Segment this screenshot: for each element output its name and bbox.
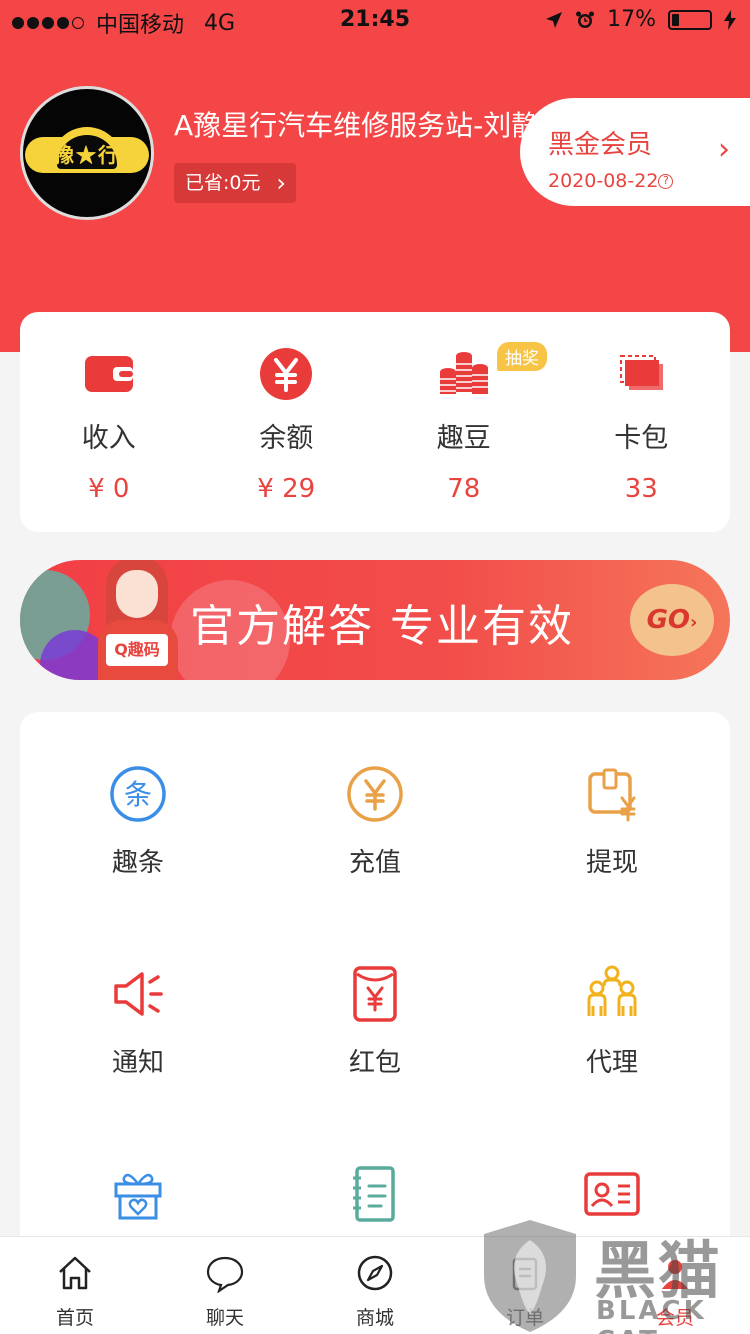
saved-amount-label: 已省:0元: [185, 172, 261, 194]
yuan-coin-icon: [260, 348, 313, 400]
grid-label: 代理: [585, 1048, 638, 1078]
coin-stack-icon: [439, 352, 488, 394]
chevron-right-icon: ›: [718, 132, 730, 167]
vip-title: 黑金会员: [548, 130, 653, 160]
grid-label: 提现: [585, 848, 638, 878]
tab-label: 订单: [505, 1307, 544, 1329]
red-packet-icon: [353, 966, 397, 1022]
saved-amount-button[interactable]: 已省:0元 ›: [174, 163, 296, 203]
tab-mall[interactable]: 商城: [300, 1237, 450, 1334]
avatar-logo-text: 豫★行: [54, 143, 120, 167]
notice-icon: [114, 972, 163, 1016]
tab-orders[interactable]: 订单: [450, 1237, 600, 1334]
grid-item-qutiao[interactable]: 条 趣条: [20, 764, 256, 879]
stat-qudou[interactable]: 抽奖 趣豆 78: [375, 312, 553, 532]
grid-label: 通知: [111, 1048, 164, 1078]
tab-label: 聊天: [205, 1307, 244, 1329]
stat-value: ¥ 29: [257, 474, 316, 504]
grid-item-agent[interactable]: 代理: [494, 964, 730, 1079]
go-button[interactable]: GO›: [630, 584, 714, 656]
grid-item-notice[interactable]: 通知: [20, 964, 256, 1079]
cards-icon: [620, 355, 664, 390]
battery-icon: [668, 9, 712, 30]
id-card-icon: [584, 1172, 640, 1216]
alarm-clock-icon: [576, 11, 595, 28]
grid-item-withdraw[interactable]: 提现: [494, 764, 730, 879]
stat-label: 卡包: [614, 423, 669, 454]
stat-value: 78: [447, 474, 481, 504]
customer-service-illustration: Q趣码: [98, 560, 180, 680]
status-bar: 中国移动 4G 21:45 17%: [0, 0, 750, 40]
member-icon: [662, 1260, 688, 1289]
vip-date: 2020-08-22: [548, 170, 659, 192]
stat-label: 趣豆: [436, 423, 491, 454]
tab-label: 会员: [655, 1307, 694, 1329]
vip-membership-card[interactable]: 黑金会员 2020-08-22? ›: [520, 98, 750, 206]
chevron-right-icon: ›: [276, 169, 286, 197]
grid-item-gift[interactable]: [20, 1164, 256, 1242]
grid-item-red-packet[interactable]: 红包: [257, 964, 493, 1079]
withdraw-icon: [588, 768, 636, 822]
promo-banner[interactable]: Q趣码 官方解答 专业有效 GO›: [20, 560, 730, 680]
go-label: GO: [646, 605, 691, 635]
wallet-icon: [84, 356, 133, 392]
stat-income[interactable]: 收入 ¥ 0: [20, 312, 198, 532]
charging-bolt-icon: [724, 9, 736, 30]
grid-label: 充值: [348, 848, 401, 878]
stat-balance[interactable]: 余额 ¥ 29: [198, 312, 376, 532]
tab-chat[interactable]: 聊天: [150, 1237, 300, 1334]
status-right: 17%: [545, 7, 736, 32]
stats-card: 收入 ¥ 0 余额 ¥ 29 抽奖 趣豆 78 卡包 33: [20, 312, 730, 532]
recharge-icon: [347, 766, 403, 822]
tab-bar: 首页 聊天 商城 订单 会员: [0, 1236, 750, 1334]
battery-percent: 17%: [607, 7, 656, 32]
chevron-right-icon: ›: [690, 612, 698, 633]
grid-item-id-card[interactable]: [494, 1164, 730, 1242]
lottery-badge[interactable]: 抽奖: [497, 342, 547, 371]
svg-text:条: 条: [124, 778, 152, 811]
order-icon: [512, 1257, 538, 1291]
notebook-icon: [353, 1166, 395, 1222]
shop-name: A豫星行汽车维修服务站-刘静: [174, 109, 534, 142]
help-icon[interactable]: ?: [658, 174, 674, 189]
agent-tag: Q趣码: [106, 634, 168, 666]
grid-label: 红包: [348, 1048, 401, 1078]
stat-value: 33: [624, 474, 658, 504]
grid-item-recharge[interactable]: 充值: [257, 764, 493, 879]
home-icon: [59, 1256, 91, 1290]
grid-item-notebook[interactable]: [257, 1164, 493, 1242]
tab-label: 首页: [55, 1307, 94, 1329]
tab-label: 商城: [355, 1307, 394, 1329]
grid-label: 趣条: [111, 848, 164, 878]
agent-icon: [587, 965, 637, 1016]
compass-icon: [357, 1255, 393, 1291]
chat-icon: [206, 1256, 244, 1294]
vip-expiry: 2020-08-22?: [548, 170, 674, 192]
stat-label: 收入: [81, 423, 136, 454]
stat-card-wallet[interactable]: 卡包 33: [553, 312, 731, 532]
stat-value: ¥ 0: [88, 474, 130, 504]
avatar[interactable]: 豫★行: [20, 86, 154, 220]
stat-label: 余额: [259, 423, 314, 454]
tab-member[interactable]: 会员: [600, 1237, 750, 1334]
qutiao-icon: 条: [110, 766, 166, 822]
gift-icon: [114, 1173, 162, 1220]
tab-home[interactable]: 首页: [0, 1237, 150, 1334]
location-arrow-icon: [546, 11, 563, 28]
banner-text: 官方解答 专业有效: [190, 601, 574, 652]
